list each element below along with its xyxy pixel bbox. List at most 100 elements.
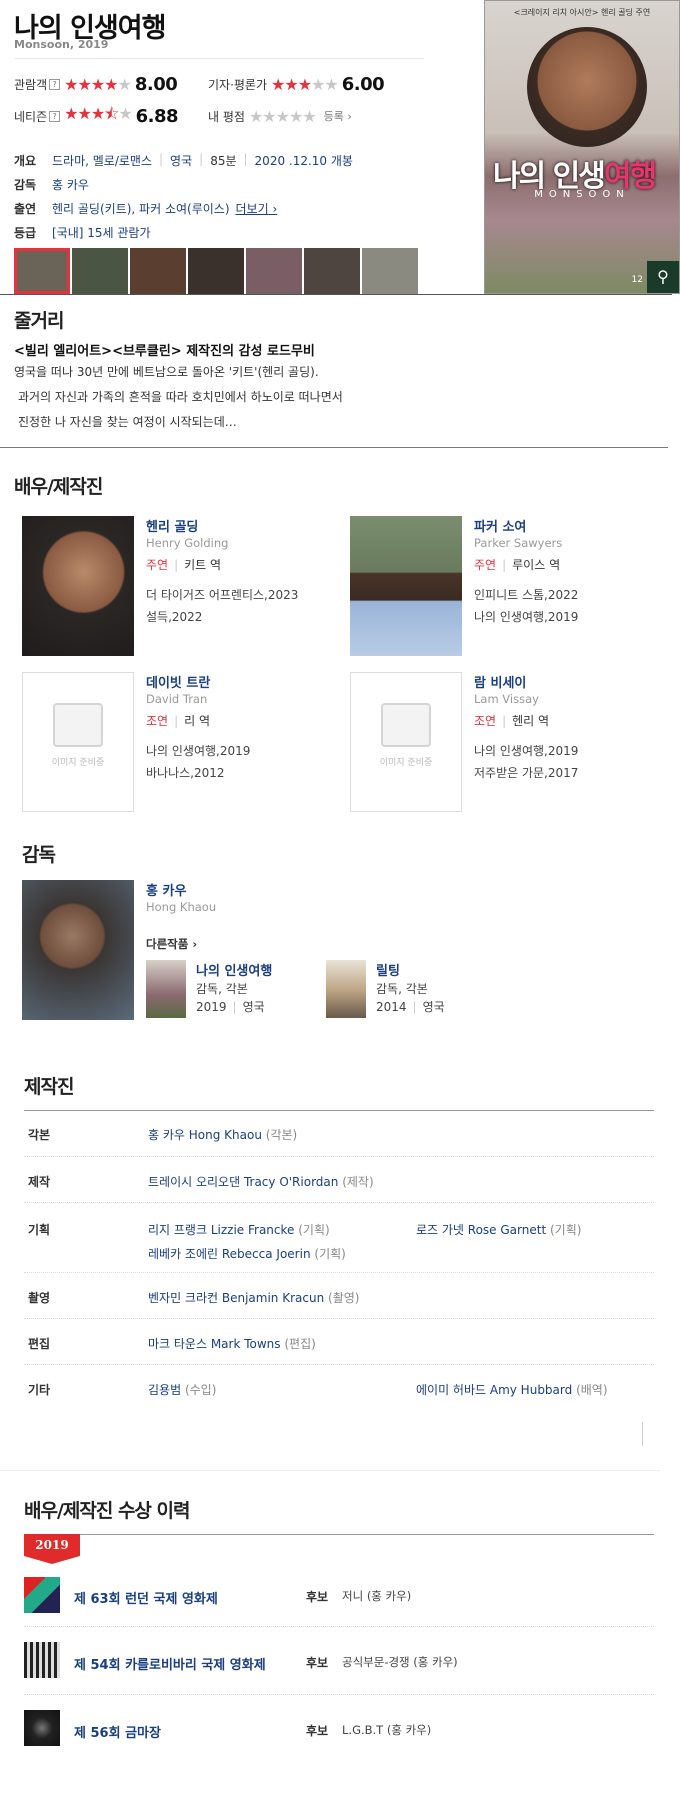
actor-name[interactable]: 헨리 골딩 <box>146 516 198 535</box>
still-thumbnail[interactable] <box>14 248 70 294</box>
work-poster[interactable] <box>326 960 366 1018</box>
director-photo[interactable] <box>22 880 134 1020</box>
scroll-edge <box>642 1422 643 1446</box>
image-placeholder-icon <box>381 703 431 747</box>
actor-role: 주연 | 루이스 역 <box>474 558 561 572</box>
award-description: 공식부문-경쟁 (홍 카우) <box>342 1655 458 1669</box>
actor-name[interactable]: 파커 소여 <box>474 516 526 535</box>
divider <box>24 1534 654 1535</box>
actor-english-name: David Tran <box>146 692 208 706</box>
other-works-label: 다른작품 › <box>146 937 198 951</box>
critics-rating: 기자·평론가 ★★★★★ 6.00 <box>208 73 385 95</box>
divider <box>0 1470 660 1471</box>
still-thumbnail[interactable] <box>246 248 302 294</box>
actor-role: 조연 | 헨리 역 <box>474 714 550 728</box>
crew-row: 편집 마크 타운스 Mark Towns (편집) <box>24 1318 654 1364</box>
help-icon[interactable]: ? <box>49 110 61 122</box>
festival-name[interactable]: 제 63회 런던 국제 영화제 <box>74 1588 218 1607</box>
crew-person[interactable]: 에이미 허바드 Amy Hubbard (배역) <box>416 1381 608 1398</box>
release-link[interactable]: 2020 .12.10 개봉 <box>255 152 353 169</box>
still-thumbnail[interactable] <box>72 248 128 294</box>
cast-card[interactable]: 이미지 준비중 람 비세이 Lam Vissay 조연 | 헨리 역 나의 인생여행… <box>350 672 650 812</box>
work-title[interactable]: 나의 인생여행 <box>196 960 272 979</box>
crew-row: 기획 리지 프랭크 Lizzie Francke (기획) 로즈 가넷 Rose… <box>24 1202 654 1272</box>
actor-english-name: Henry Golding <box>146 536 229 550</box>
still-thumbnail[interactable] <box>304 248 360 294</box>
actor-work[interactable]: 나의 인생여행,2019 <box>474 742 578 759</box>
actor-photo-placeholder[interactable]: 이미지 준비중 <box>350 672 462 812</box>
crew-person[interactable]: 김용범 (수입) <box>148 1381 216 1398</box>
award-row[interactable]: 제 54회 카를로비바리 국제 영화제 후보 공식부문-경쟁 (홍 카우) <box>24 1636 654 1686</box>
award-row[interactable]: 제 56회 금마장 후보 L.G.B.T (홍 카우) <box>24 1704 654 1754</box>
still-thumbnails <box>14 248 418 294</box>
festival-name[interactable]: 제 56회 금마장 <box>74 1722 161 1741</box>
divider <box>24 1694 654 1695</box>
synopsis-line: 영국을 떠나 30년 만에 베트남으로 돌아온 '키트'(헨리 골딩). <box>14 365 319 379</box>
country-link[interactable]: 영국 <box>170 152 192 169</box>
crew-row: 제작 트레이시 오리오댄 Tracy O'Riordan (제작) <box>24 1156 654 1202</box>
award-year-badge-tail <box>24 1556 80 1564</box>
director-heading: 감독 <box>22 844 56 866</box>
poster-face-image <box>527 27 647 147</box>
divider <box>24 1626 654 1627</box>
director-row: 감독 홍 카우 <box>14 176 89 193</box>
actor-work[interactable]: 나의 인생여행,2019 <box>146 742 250 759</box>
my-rating-stars[interactable]: ★★★★★ <box>249 107 317 126</box>
actor-work[interactable]: 바나나스,2012 <box>146 764 225 781</box>
zoom-icon[interactable]: ⚲ <box>647 261 679 293</box>
crew-person[interactable]: 홍 카우 Hong Khaou (각본) <box>148 1126 297 1143</box>
actor-role: 주연 | 키트 역 <box>146 558 222 572</box>
director-link[interactable]: 홍 카우 <box>52 176 89 193</box>
actor-work[interactable]: 설득,2022 <box>146 608 202 625</box>
crew-person[interactable]: 리지 프랭크 Lizzie Francke (기획) <box>148 1221 330 1238</box>
still-thumbnail[interactable] <box>130 248 186 294</box>
still-thumbnail[interactable] <box>362 248 418 294</box>
crew-person[interactable]: 벤자민 크라컨 Benjamin Kracun (촬영) <box>148 1289 359 1306</box>
overview-row: 개요 드라마, 멜로/로맨스 | 영국 | 85분 | 2020 .12.10 개봉 <box>14 152 353 169</box>
crew-role-key: 각본 <box>28 1128 51 1142</box>
cast-heading: 배우/제작진 <box>14 476 103 498</box>
crew-role-key: 제작 <box>28 1175 51 1189</box>
cast-card[interactable]: 파커 소여 Parker Sawyers 주연 | 루이스 역 인피니트 스톰,20… <box>350 516 650 656</box>
runtime: 85분 <box>210 154 237 168</box>
crew-row: 각본 홍 카우 Hong Khaou (각본) <box>24 1110 654 1156</box>
festival-name[interactable]: 제 54회 카를로비바리 국제 영화제 <box>74 1654 266 1673</box>
more-link[interactable]: 더보기 › <box>236 200 278 217</box>
critics-stars: ★★★★★ <box>271 74 339 94</box>
actor-name[interactable]: 람 비세이 <box>474 672 526 691</box>
still-thumbnail[interactable] <box>188 248 244 294</box>
actor-work[interactable]: 나의 인생여행,2019 <box>474 608 578 625</box>
awards-heading: 배우/제작진 수상 이력 <box>24 1500 190 1522</box>
actor-english-name: Lam Vissay <box>474 692 539 706</box>
director-name[interactable]: 홍 카우 <box>146 880 186 899</box>
crew-role-key: 기획 <box>28 1223 51 1237</box>
actor-name[interactable]: 데이빗 트란 <box>146 672 210 691</box>
grade-row: 등급 [국내] 15세 관람가 <box>14 224 151 241</box>
actor-photo[interactable] <box>350 516 462 656</box>
cast-link[interactable]: 헨리 골딩(키트), 파커 소여(루이스) <box>52 200 230 217</box>
work-poster[interactable] <box>146 960 186 1018</box>
register-rating-link[interactable]: 등록 › <box>324 108 352 124</box>
cast-card[interactable]: 헨리 골딩 Henry Golding 주연 | 키트 역 더 타이거즈 어프렌티스… <box>22 516 322 656</box>
help-icon[interactable]: ? <box>49 78 61 90</box>
audience-score: 8.00 <box>134 73 178 95</box>
actor-photo[interactable] <box>22 516 134 656</box>
crew-person[interactable]: 로즈 가넷 Rose Garnett (기획) <box>416 1221 581 1238</box>
actor-work[interactable]: 더 타이거즈 어프렌티스,2023 <box>146 586 298 603</box>
award-description: L.G.B.T (홍 카우) <box>342 1723 432 1737</box>
cast-card[interactable]: 이미지 준비중 데이빗 트란 David Tran 조연 | 리 역 나의 인생여행… <box>22 672 322 812</box>
actor-photo-placeholder[interactable]: 이미지 준비중 <box>22 672 134 812</box>
actor-work[interactable]: 저주받은 가문,2017 <box>474 764 578 781</box>
grade-link[interactable]: [국내] 15세 관람가 <box>52 224 151 241</box>
critics-score: 6.00 <box>341 73 385 95</box>
crew-person[interactable]: 마크 타운스 Mark Towns (편집) <box>148 1335 316 1352</box>
genre-link[interactable]: 드라마, 멜로/로맨스 <box>52 152 152 169</box>
crew-person[interactable]: 트레이시 오리오댄 Tracy O'Riordan (제작) <box>148 1173 374 1190</box>
crew-role-key: 기타 <box>28 1383 51 1397</box>
movie-poster[interactable]: <크레이지 리치 아시안> 헨리 골딩 주연 나의 인생여행 MONSOON 1… <box>484 0 680 294</box>
crew-person[interactable]: 레베카 조에린 Rebecca Joerin (기획) <box>148 1245 346 1262</box>
work-title[interactable]: 릴팅 <box>376 960 400 979</box>
director-english-name: Hong Khaou <box>146 900 217 914</box>
award-row[interactable]: 제 63회 런던 국제 영화제 후보 저니 (홍 카우) <box>24 1570 654 1620</box>
actor-work[interactable]: 인피니트 스톰,2022 <box>474 586 578 603</box>
